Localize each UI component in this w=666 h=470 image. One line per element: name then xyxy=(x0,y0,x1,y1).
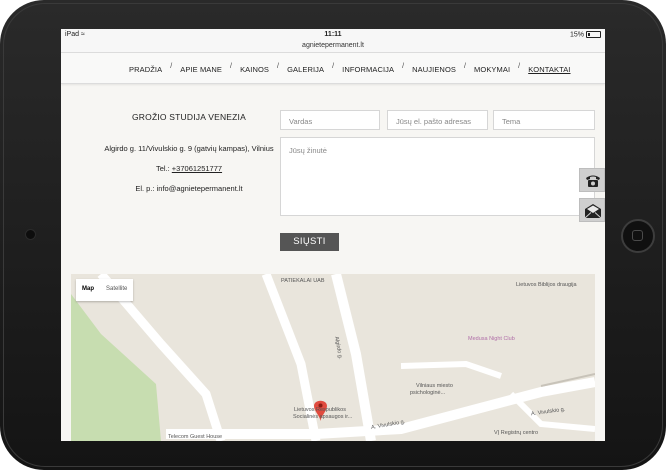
map-tab-map[interactable]: Map xyxy=(76,279,100,301)
name-input[interactable]: Vardas xyxy=(280,110,380,130)
map-label-bibles: Lietuvos Biblijos draugija xyxy=(516,282,577,288)
nav-item-naujienos[interactable]: NAUJIENOS / xyxy=(412,63,474,74)
send-button[interactable]: SIŲSTI xyxy=(280,233,339,251)
map-label-psych-1: Vilniaus miesto xyxy=(416,383,453,389)
nav-item-kontaktai[interactable]: KONTAKTAI xyxy=(528,65,570,74)
map-label-social-1: Lietuvos Respublikos xyxy=(294,407,346,413)
phone-link[interactable]: +37061251777 xyxy=(172,164,222,173)
front-camera xyxy=(25,229,36,240)
map-tab-satellite[interactable]: Satellite xyxy=(100,279,133,301)
email-input[interactable]: Jūsų el. pašto adresas xyxy=(387,110,488,130)
home-button[interactable] xyxy=(621,219,655,253)
map-label-medusa: Medusa Night Club xyxy=(468,336,515,342)
tablet-frame: iPad ≈ 11:11 15% agnietepermanent.lt PRAD… xyxy=(0,0,666,470)
map-label-telecom: Telecom Guest House xyxy=(168,434,223,440)
side-mail-button[interactable] xyxy=(579,198,605,222)
nav-item-apie-mane[interactable]: APIE MANE / xyxy=(180,63,240,74)
battery-icon xyxy=(586,31,601,38)
main-navigation: PRADŽIA / APIE MANE / KAINOS / GALERIJA / IN… xyxy=(61,53,605,84)
nav-item-pradzia[interactable]: PRADŽIA / xyxy=(129,63,180,74)
map-label-psych-2: psichologinė... xyxy=(410,390,446,396)
subject-input[interactable]: Tema xyxy=(493,110,595,130)
nav-item-galerija[interactable]: GALERIJA / xyxy=(287,63,342,74)
studio-email: El. p.: info@agnietepermanent.lt xyxy=(135,184,243,193)
telephone-icon xyxy=(586,175,600,187)
envelope-icon xyxy=(584,204,602,219)
message-textarea[interactable]: Jūsų žinutė xyxy=(280,137,595,216)
status-time: 11:11 xyxy=(324,31,342,38)
google-map[interactable]: Map Satellite PATIEKALAI UAB Lietuvos Bi… xyxy=(71,274,595,441)
map-label-social-2: Socialinės apsaugos ir... xyxy=(293,414,353,420)
email-link[interactable]: info@agnietepermanent.lt xyxy=(157,184,243,193)
nav-separator: / xyxy=(332,63,335,70)
nav-item-informacija[interactable]: INFORMACIJA / xyxy=(342,63,412,74)
nav-separator: / xyxy=(170,63,173,70)
map-label-registru: VĮ Registrų centro xyxy=(494,430,539,436)
studio-phone: Tel.: +37061251777 xyxy=(155,164,223,173)
status-bar: iPad ≈ 11:11 15% xyxy=(61,29,605,42)
nav-item-mokymai[interactable]: MOKYMAI / xyxy=(474,63,528,74)
nav-separator: / xyxy=(402,63,405,70)
nav-item-kainos[interactable]: KAINOS / xyxy=(240,63,287,74)
studio-address: Algirdo g. 11/Vivulskio g. 9 (gatvių kam… xyxy=(104,144,274,153)
tablet-screen: iPad ≈ 11:11 15% agnietepermanent.lt PRAD… xyxy=(61,29,605,441)
map-type-tabs: Map Satellite xyxy=(76,279,134,301)
map-label-patiekalai: PATIEKALAI UAB xyxy=(281,278,325,284)
battery-status: 15% xyxy=(570,31,601,38)
nav-separator: / xyxy=(230,63,233,70)
nav-separator: / xyxy=(463,63,467,70)
studio-name: GROŽIO STUDIJA VENEZIA xyxy=(132,112,246,122)
nav-separator: / xyxy=(518,63,521,70)
side-phone-button[interactable] xyxy=(579,168,605,192)
nav-separator: / xyxy=(277,63,280,70)
url-bar[interactable]: agnietepermanent.lt xyxy=(61,42,605,53)
